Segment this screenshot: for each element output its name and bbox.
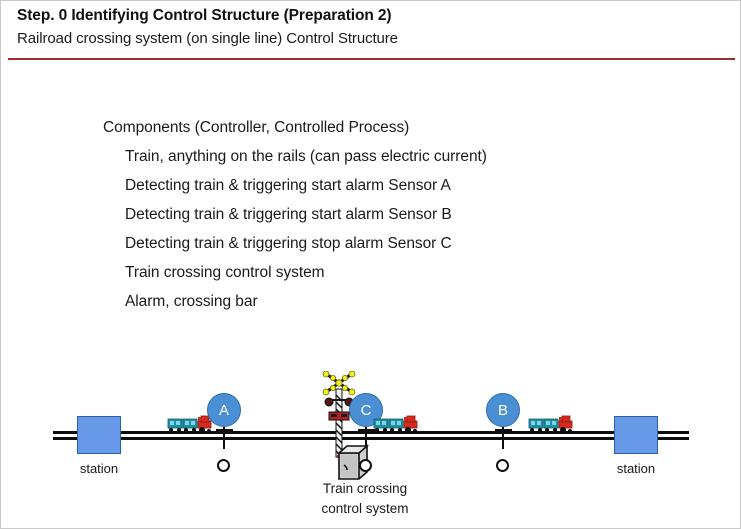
sensor-a-crossbar bbox=[216, 429, 233, 431]
component-item-alarm: Alarm, crossing bar bbox=[125, 293, 258, 310]
slide-header: Step. 0 Identifying Control Structure (P… bbox=[1, 1, 740, 61]
station-left-label: station bbox=[79, 461, 119, 476]
sensor-marker-b[interactable]: B bbox=[486, 393, 526, 472]
component-item-control-system: Train crossing control system bbox=[125, 264, 325, 281]
sensor-b-track-point bbox=[496, 459, 509, 472]
station-left bbox=[77, 416, 121, 454]
sensor-b-label: B bbox=[486, 393, 520, 427]
page-subtitle: Railroad crossing system (on single line… bbox=[17, 30, 398, 47]
sensor-a-track-point bbox=[217, 459, 230, 472]
component-item-sensor-c: Detecting train & triggering stop alarm … bbox=[125, 235, 452, 252]
control-system-cabinet-label: Train crossing control system bbox=[285, 479, 445, 518]
page-title: Step. 0 Identifying Control Structure (P… bbox=[17, 7, 392, 24]
cabinet-label-line-1: Train crossing bbox=[322, 481, 408, 496]
sensor-a-label: A bbox=[207, 393, 241, 427]
sensor-c-track-point bbox=[359, 459, 372, 472]
header-divider bbox=[8, 58, 735, 60]
station-right bbox=[614, 416, 658, 454]
components-heading: Components (Controller, Controlled Proce… bbox=[103, 119, 410, 136]
cabinet-label-line-2: control system bbox=[321, 500, 409, 516]
train-icon-middle bbox=[373, 415, 421, 435]
station-right-label: station bbox=[616, 461, 656, 476]
component-item-sensor-a: Detecting train & triggering start alarm… bbox=[125, 177, 451, 194]
sensor-b-crossbar bbox=[495, 429, 512, 431]
railroad-crossing-diagram: station station A C Train crossing contr… bbox=[1, 361, 740, 528]
train-icon-right bbox=[528, 415, 576, 435]
sensor-marker-a[interactable]: A bbox=[207, 393, 247, 472]
component-item-train: Train, anything on the rails (can pass e… bbox=[125, 148, 487, 165]
component-item-sensor-b: Detecting train & triggering start alarm… bbox=[125, 206, 452, 223]
slide-canvas: Step. 0 Identifying Control Structure (P… bbox=[0, 0, 741, 529]
